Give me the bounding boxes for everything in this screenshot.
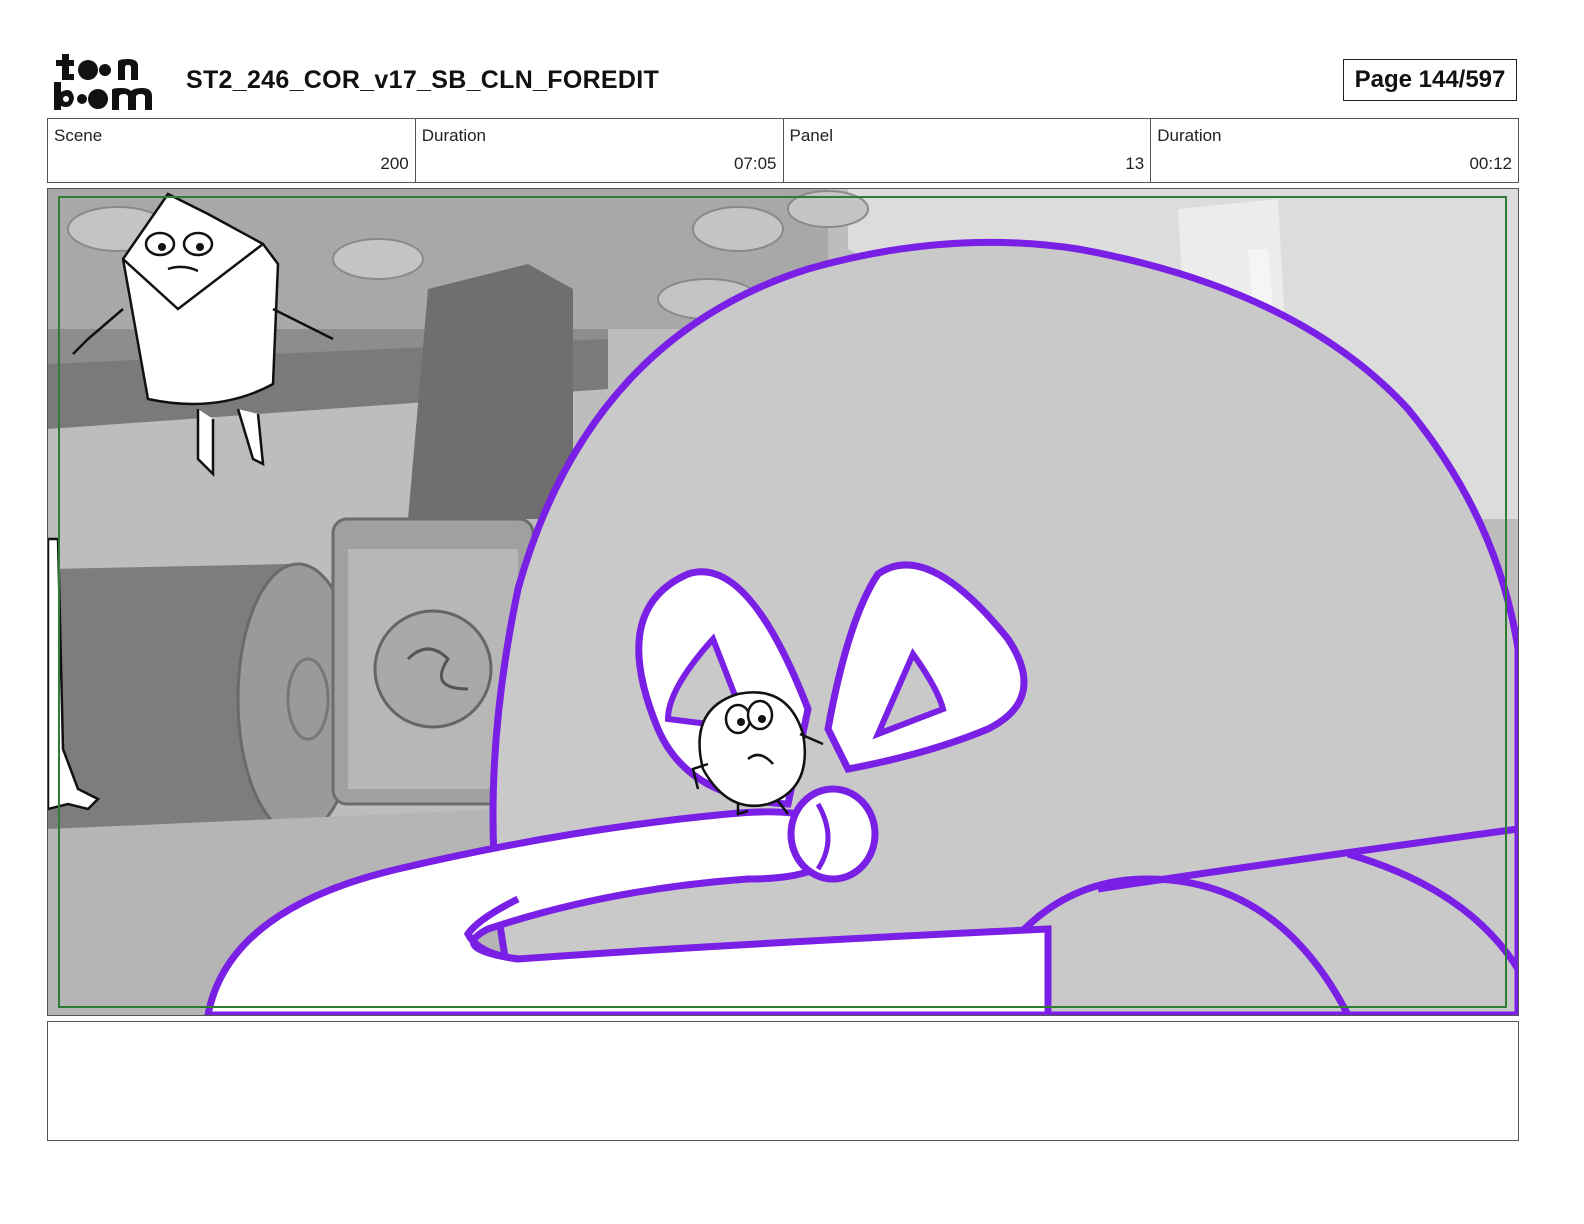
- panel-duration-cell: Duration 00:12: [1151, 119, 1518, 182]
- toonboom-logo: [54, 54, 152, 110]
- scene-label: Scene: [54, 126, 103, 145]
- scene-duration-label: Duration: [421, 126, 487, 145]
- page-counter: Page 144/597: [1343, 59, 1517, 101]
- scene-duration-value: 07:05: [733, 154, 777, 173]
- panel-duration-label: Duration: [1157, 126, 1222, 145]
- storyboard-panel: [47, 188, 1519, 1016]
- panel-cell: Panel 13: [784, 119, 1152, 182]
- panel-duration-value: 00:12: [1469, 154, 1512, 173]
- document-title: ST2_246_COR_v17_SB_CLN_FOREDIT: [186, 66, 660, 94]
- scene-duration-cell: Duration 07:05: [416, 119, 784, 182]
- panel-drawing: [48, 189, 1518, 1015]
- panel-notes: [47, 1021, 1519, 1141]
- panel-label: Panel: [789, 126, 833, 145]
- scene-cell: Scene 200: [48, 119, 416, 182]
- scene-info-row: Scene 200 Duration 07:05 Panel 13 Durati…: [47, 118, 1519, 183]
- panel-value: 13: [1125, 154, 1145, 173]
- scene-value: 200: [380, 154, 409, 173]
